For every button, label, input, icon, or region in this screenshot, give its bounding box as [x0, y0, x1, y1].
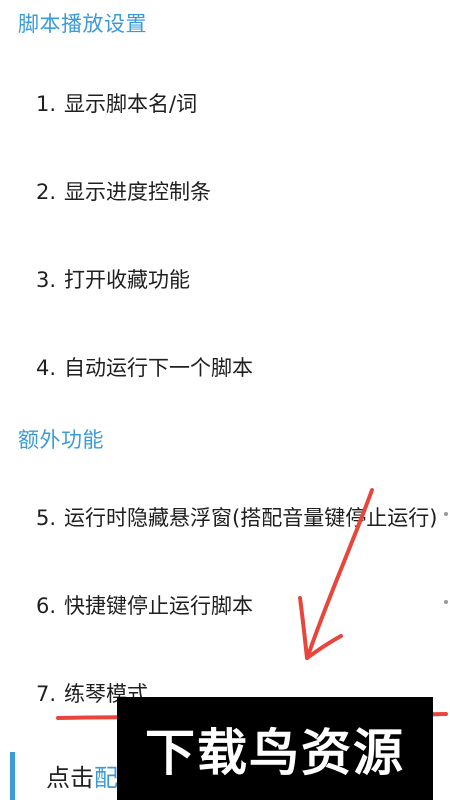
- item-number: 5.: [36, 506, 57, 530]
- watermark-logo: 下载鸟资源: [117, 697, 433, 800]
- item-number: 7.: [36, 682, 57, 706]
- watermark-text: 下载鸟资源: [145, 723, 405, 782]
- item-label: 快捷键停止运行脚本: [64, 594, 254, 618]
- item-number: 6.: [36, 594, 57, 618]
- setting-item-hide-floating-window[interactable]: 5. 运行时隐藏悬浮窗(搭配音量键停止运行): [36, 502, 437, 532]
- setting-item-show-progress-bar[interactable]: 2. 显示进度控制条: [36, 176, 211, 206]
- setting-item-shortcut-stop-script[interactable]: 6. 快捷键停止运行脚本: [36, 590, 253, 620]
- bottom-prefix: 点击: [46, 764, 94, 792]
- item-label: 自动运行下一个脚本: [64, 356, 254, 380]
- setting-item-enable-favorites[interactable]: 3. 打开收藏功能: [36, 264, 190, 294]
- item-number: 1.: [36, 92, 57, 116]
- item-number: 3.: [36, 268, 57, 292]
- item-label: 显示进度控制条: [64, 180, 212, 204]
- setting-item-autoplay-next-script[interactable]: 4. 自动运行下一个脚本: [36, 352, 253, 382]
- bottom-accent-bar: [10, 752, 15, 800]
- edge-marker-dot: [444, 600, 448, 604]
- item-label: 运行时隐藏悬浮窗(搭配音量键停止运行): [64, 506, 438, 530]
- item-label: 打开收藏功能: [64, 268, 191, 292]
- item-label: 显示脚本名/词: [64, 92, 198, 116]
- item-number: 4.: [36, 356, 57, 380]
- setting-item-show-script-name[interactable]: 1. 显示脚本名/词: [36, 88, 197, 118]
- item-number: 2.: [36, 180, 57, 204]
- section-header-playback-settings: 脚本播放设置: [18, 12, 147, 36]
- section-header-extra-features: 额外功能: [18, 428, 104, 452]
- edge-marker-dot: [444, 512, 448, 516]
